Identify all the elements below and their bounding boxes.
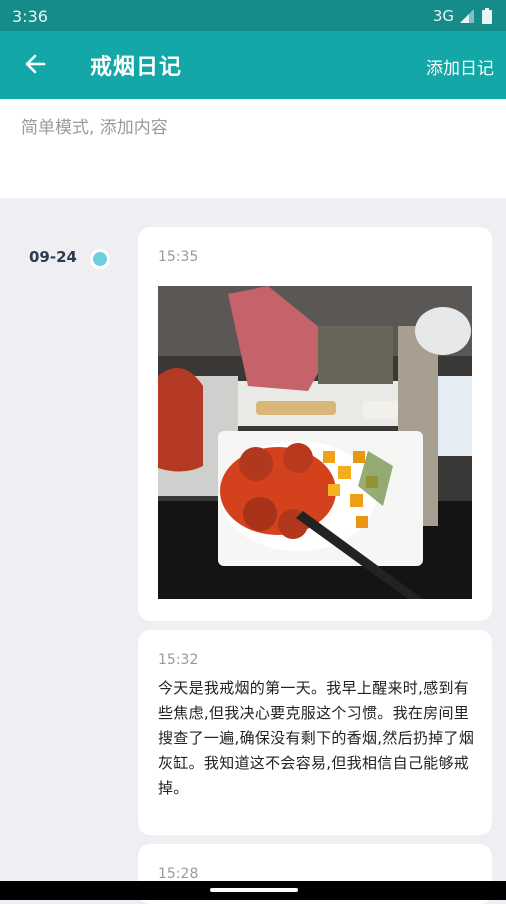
entry-time: 15:28 [158,866,199,882]
entry-text: 今天是我戒烟的第一天。我早上醒来时,感到有些焦虑,但我决心要克服这个习惯。我在房… [158,679,475,797]
signal-icon [460,9,476,23]
entry-time: 15:32 [158,652,199,668]
status-icons: 3G [433,7,492,25]
app-bar: 戒烟日记 添加日记 [0,31,506,99]
home-indicator[interactable] [210,888,298,892]
input-placeholder: 简单模式, 添加内容 [21,118,168,138]
add-diary-button[interactable]: 添加日记 [426,54,494,79]
status-bar: 3:36 3G [0,0,506,31]
back-arrow-icon [24,53,46,79]
status-time: 3:36 [12,7,48,26]
navigation-bar [0,881,506,900]
entry-time: 15:35 [158,249,199,265]
entry-photo[interactable] [158,286,472,599]
network-type: 3G [432,7,454,25]
quick-entry-input[interactable]: 简单模式, 添加内容 [0,99,506,198]
diary-entry-card[interactable]: 15:32 今天是我戒烟的第一天。我早上醒来时,感到有些焦虑,但我决心要克服这个… [138,630,492,835]
timeline-dot [90,249,110,269]
page-title: 戒烟日记 [90,55,183,80]
diary-entry-card[interactable]: 15:35 [138,227,492,621]
back-button[interactable] [18,49,52,83]
timeline-date: 09-24 [29,248,77,266]
battery-icon [482,8,492,24]
